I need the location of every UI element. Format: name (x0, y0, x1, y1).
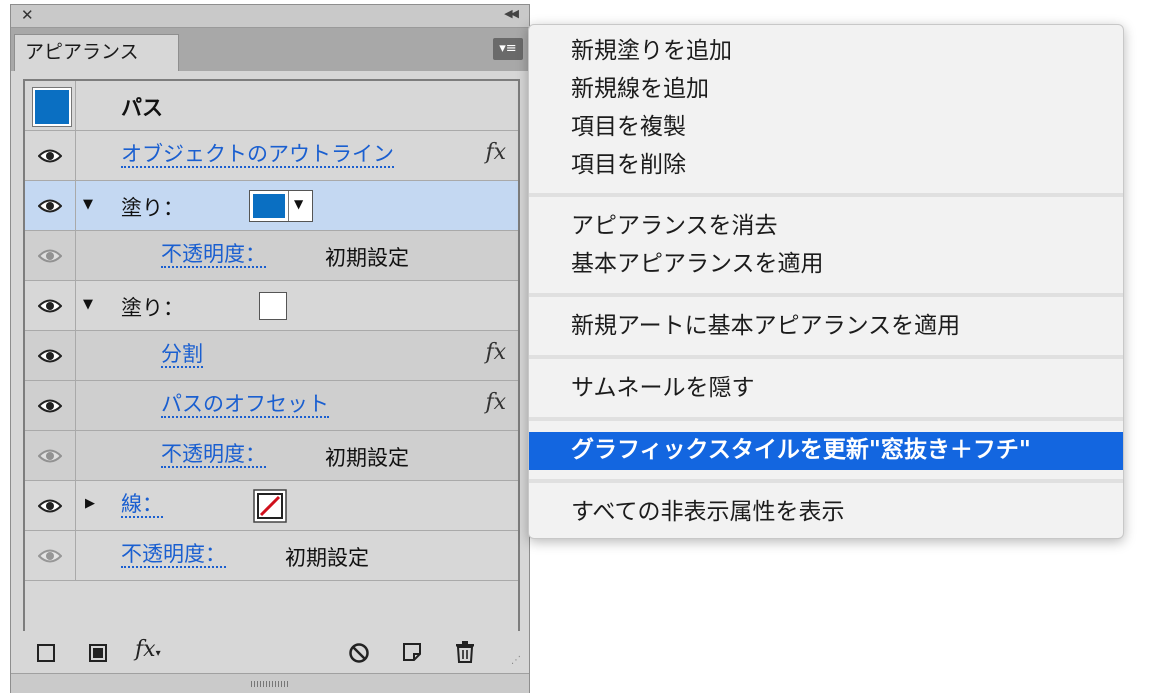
panel-flyout-menu: 新規塗りを追加 新規線を追加 項目を複製 項目を削除 アピアランスを消去 基本ア… (528, 24, 1124, 539)
object-type-label: パス (121, 96, 163, 120)
menu-item-add-new-fill[interactable]: 新規塗りを追加 (529, 33, 1123, 71)
list-item-fill[interactable]: ▼ 塗り： (25, 281, 518, 331)
fx-icon: fx (485, 340, 506, 365)
duplicate-item-icon[interactable] (401, 641, 423, 663)
menu-separator (529, 193, 1123, 197)
panel-titlebar[interactable]: ✕ ◀◀ (11, 5, 529, 28)
chevron-down-icon[interactable]: ▼ (294, 197, 303, 211)
menu-item-add-new-stroke[interactable]: 新規線を追加 (529, 71, 1123, 109)
list-item-fill-selected[interactable]: ▼ 塗り： ▼ (25, 181, 518, 231)
visibility-toggle[interactable] (25, 381, 76, 430)
panel-menu-button[interactable]: ▾≡ (493, 38, 523, 60)
list-item-stroke[interactable]: ▶ 線： (25, 481, 518, 531)
opacity-value: 初期設定 (285, 546, 369, 570)
menu-item-clear-appearance[interactable]: アピアランスを消去 (529, 208, 1123, 246)
tab-appearance[interactable]: アピアランス (14, 34, 179, 72)
eye-icon[interactable] (38, 448, 62, 464)
eye-icon[interactable] (38, 148, 62, 164)
fill-label: 塗り： (121, 296, 184, 320)
header-row[interactable]: パス (25, 81, 518, 131)
menu-item-new-art-basic-appearance[interactable]: 新規アートに基本アピアランスを適用 (529, 308, 1123, 346)
fill-swatch-white[interactable] (259, 292, 287, 320)
menu-separator (529, 293, 1123, 297)
eye-icon[interactable] (38, 348, 62, 364)
visibility-toggle[interactable] (25, 431, 76, 480)
effect-divide-link[interactable]: 分割 (161, 342, 203, 368)
close-icon[interactable]: ✕ (21, 6, 34, 24)
visibility-toggle[interactable] (25, 131, 76, 180)
fill-swatch-blue (253, 194, 285, 218)
effect-outline-object-link[interactable]: オブジェクトのアウトライン (121, 142, 394, 168)
menu-separator (529, 417, 1123, 421)
panel-toolbar: fx▾ ⋰ (11, 631, 529, 673)
tab-strip: アピアランス (11, 28, 529, 72)
eye-icon[interactable] (38, 248, 62, 264)
menu-separator (529, 355, 1123, 359)
stroke-none-swatch-icon[interactable] (253, 489, 287, 523)
menu-item-hide-thumbnail[interactable]: サムネールを隠す (529, 370, 1123, 408)
menu-item-redefine-graphic-style[interactable]: グラフィックスタイルを更新"窓抜き＋フチ" (529, 432, 1123, 470)
menu-item-remove-item[interactable]: 項目を削除 (529, 147, 1123, 185)
collapse-icon[interactable]: ◀◀ (504, 7, 519, 20)
add-new-fill-icon[interactable] (89, 644, 107, 662)
appearance-panel: ✕ ◀◀ アピアランス ▾≡ パス オブジェクトのアウトライン fx ▼ 塗り：… (10, 4, 530, 693)
visibility-toggle[interactable] (25, 181, 76, 230)
fx-icon: fx (485, 390, 506, 415)
eye-icon[interactable] (38, 548, 62, 564)
appearance-list: パス オブジェクトのアウトライン fx ▼ 塗り： ▼ 不透明度： 初期設定 ▼… (23, 79, 520, 631)
list-item[interactable]: オブジェクトのアウトライン fx (25, 131, 518, 181)
eye-icon[interactable] (38, 198, 62, 214)
visibility-toggle[interactable] (25, 331, 76, 380)
disclosure-triangle-open-icon[interactable]: ▼ (83, 197, 93, 212)
opacity-link[interactable]: 不透明度： (161, 442, 266, 468)
list-item[interactable]: パスのオフセット fx (25, 381, 518, 431)
resize-grip-icon[interactable]: ⋰ (511, 655, 521, 666)
panel-resize-handle[interactable] (11, 673, 529, 693)
opacity-value: 初期設定 (325, 246, 409, 270)
visibility-toggle[interactable] (25, 481, 76, 530)
list-item[interactable]: 不透明度： 初期設定 (25, 231, 518, 281)
visibility-toggle[interactable] (25, 281, 76, 330)
panel-content: パス オブジェクトのアウトライン fx ▼ 塗り： ▼ 不透明度： 初期設定 ▼… (11, 71, 529, 631)
opacity-link[interactable]: 不透明度： (161, 242, 266, 268)
effect-offset-path-link[interactable]: パスのオフセット (161, 392, 329, 418)
disclosure-triangle-open-icon[interactable]: ▼ (83, 297, 93, 312)
menu-separator (529, 479, 1123, 483)
menu-item-show-all-hidden-attributes[interactable]: すべての非表示属性を表示 (529, 494, 1123, 532)
list-item[interactable]: 不透明度： 初期設定 (25, 431, 518, 481)
path-thumbnail (33, 88, 71, 126)
opacity-link[interactable]: 不透明度： (121, 542, 226, 568)
eye-icon[interactable] (38, 298, 62, 314)
visibility-toggle[interactable] (25, 231, 76, 280)
fill-color-picker[interactable]: ▼ (249, 190, 313, 222)
list-item[interactable]: 不透明度： 初期設定 (25, 531, 518, 581)
visibility-toggle[interactable] (25, 531, 76, 580)
clear-appearance-icon[interactable] (348, 642, 370, 664)
opacity-value: 初期設定 (325, 446, 409, 470)
add-new-stroke-icon[interactable] (37, 644, 55, 662)
thumbnail-cell (25, 81, 76, 130)
list-item[interactable]: 分割 fx (25, 331, 518, 381)
menu-item-reduce-to-basic-appearance[interactable]: 基本アピアランスを適用 (529, 246, 1123, 284)
fx-icon: fx (485, 140, 506, 165)
add-effect-icon[interactable]: fx▾ (135, 637, 161, 662)
eye-icon[interactable] (38, 398, 62, 414)
trash-icon[interactable] (454, 640, 476, 664)
stroke-link[interactable]: 線： (121, 492, 163, 518)
fill-label: 塗り： (121, 196, 184, 220)
disclosure-triangle-closed-icon[interactable]: ▶ (85, 496, 95, 511)
eye-icon[interactable] (38, 498, 62, 514)
menu-item-duplicate-item[interactable]: 項目を複製 (529, 109, 1123, 147)
grip-icon (251, 681, 289, 687)
